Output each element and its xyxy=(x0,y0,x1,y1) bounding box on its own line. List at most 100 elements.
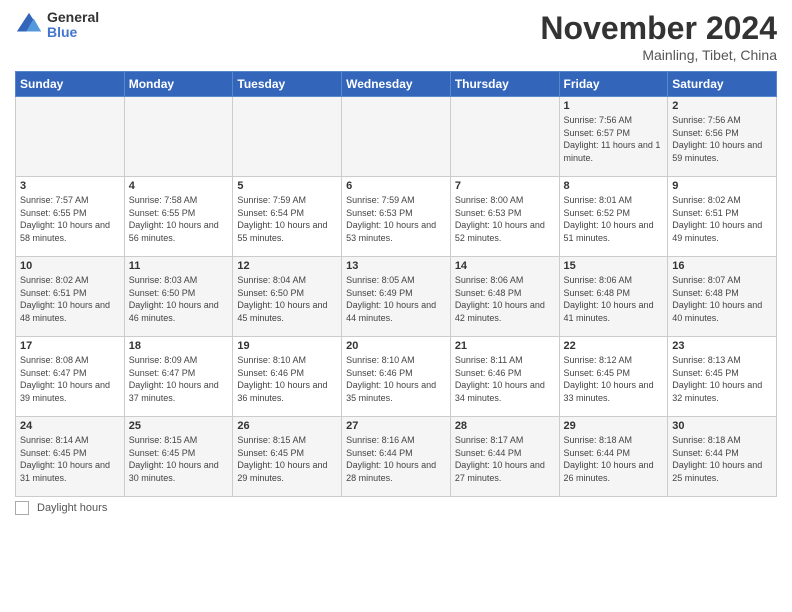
day-info: Sunrise: 8:16 AMSunset: 6:44 PMDaylight:… xyxy=(346,434,446,484)
day-number: 6 xyxy=(346,180,446,192)
day-number: 23 xyxy=(672,340,772,352)
table-row: 4Sunrise: 7:58 AMSunset: 6:55 PMDaylight… xyxy=(124,177,233,257)
table-row: 18Sunrise: 8:09 AMSunset: 6:47 PMDayligh… xyxy=(124,337,233,417)
day-info: Sunrise: 7:56 AMSunset: 6:56 PMDaylight:… xyxy=(672,114,772,164)
footer-label: Daylight hours xyxy=(37,502,107,514)
day-number: 21 xyxy=(455,340,555,352)
day-number: 4 xyxy=(129,180,229,192)
table-row: 11Sunrise: 8:03 AMSunset: 6:50 PMDayligh… xyxy=(124,257,233,337)
table-row: 27Sunrise: 8:16 AMSunset: 6:44 PMDayligh… xyxy=(342,417,451,497)
day-info: Sunrise: 8:07 AMSunset: 6:48 PMDaylight:… xyxy=(672,274,772,324)
month-title: November 2024 xyxy=(540,10,777,47)
day-number: 18 xyxy=(129,340,229,352)
header: General Blue November 2024 Mainling, Tib… xyxy=(15,10,777,63)
day-info: Sunrise: 7:59 AMSunset: 6:54 PMDaylight:… xyxy=(237,194,337,244)
table-row: 28Sunrise: 8:17 AMSunset: 6:44 PMDayligh… xyxy=(450,417,559,497)
logo-blue: Blue xyxy=(47,25,99,40)
logo-general: General xyxy=(47,10,99,25)
table-row: 17 Sunrise: 8:08 AMSunset: 6:47 PMDayligh… xyxy=(16,337,125,417)
table-row: 23 Sunrise: 8:13 AMSunset: 6:45 PMDayligh… xyxy=(668,337,777,417)
header-thursday: Thursday xyxy=(450,72,559,97)
day-info: Sunrise: 8:06 AMSunset: 6:48 PMDaylight:… xyxy=(455,274,555,324)
day-number: 3 xyxy=(20,180,120,192)
table-row xyxy=(124,97,233,177)
day-info: Sunrise: 8:05 AMSunset: 6:49 PMDaylight:… xyxy=(346,274,446,324)
table-row: 25 Sunrise: 8:15 AMSunset: 6:45 PMDayligh… xyxy=(124,417,233,497)
footer-box xyxy=(15,501,29,515)
header-saturday: Saturday xyxy=(668,72,777,97)
table-row xyxy=(233,97,342,177)
day-info: Sunrise: 8:10 AMSunset: 6:46 PMDaylight:… xyxy=(346,354,446,404)
day-info: Sunrise: 8:11 AMSunset: 6:46 PMDaylight:… xyxy=(455,354,555,404)
table-row: 7Sunrise: 8:00 AMSunset: 6:53 PMDaylight… xyxy=(450,177,559,257)
calendar-header: Sunday Monday Tuesday Wednesday Thursday… xyxy=(16,72,777,97)
day-info: Sunrise: 8:15 AMSunset: 6:45 PMDaylight:… xyxy=(237,434,337,484)
table-row: 22 Sunrise: 8:12 AMSunset: 6:45 PMDayligh… xyxy=(559,337,668,417)
header-tuesday: Tuesday xyxy=(233,72,342,97)
table-row xyxy=(342,97,451,177)
day-number: 13 xyxy=(346,260,446,272)
table-row: 24Sunrise: 8:14 AMSunset: 6:45 PMDayligh… xyxy=(16,417,125,497)
table-row: 26Sunrise: 8:15 AMSunset: 6:45 PMDayligh… xyxy=(233,417,342,497)
table-row: 14Sunrise: 8:06 AMSunset: 6:48 PMDayligh… xyxy=(450,257,559,337)
table-row: 3 Sunrise: 7:57 AMSunset: 6:55 PMDaylight… xyxy=(16,177,125,257)
table-row: 29 Sunrise: 8:18 AMSunset: 6:44 PMDayligh… xyxy=(559,417,668,497)
day-number: 19 xyxy=(237,340,337,352)
day-info: Sunrise: 8:06 AMSunset: 6:48 PMDaylight:… xyxy=(564,274,664,324)
day-info: Sunrise: 8:08 AMSunset: 6:47 PMDaylight:… xyxy=(20,354,120,404)
calendar-body: 1Sunrise: 7:56 AMSunset: 6:57 PMDaylight… xyxy=(16,97,777,497)
header-sunday: Sunday xyxy=(16,72,125,97)
table-row xyxy=(450,97,559,177)
day-number: 8 xyxy=(564,180,664,192)
day-info: Sunrise: 8:17 AMSunset: 6:44 PMDaylight:… xyxy=(455,434,555,484)
header-wednesday: Wednesday xyxy=(342,72,451,97)
table-row: 1Sunrise: 7:56 AMSunset: 6:57 PMDaylight… xyxy=(559,97,668,177)
location-subtitle: Mainling, Tibet, China xyxy=(540,47,777,63)
day-info: Sunrise: 8:18 AMSunset: 6:44 PMDaylight:… xyxy=(672,434,772,484)
header-monday: Monday xyxy=(124,72,233,97)
table-row: 8 Sunrise: 8:01 AMSunset: 6:52 PMDaylight… xyxy=(559,177,668,257)
day-info: Sunrise: 8:10 AMSunset: 6:46 PMDaylight:… xyxy=(237,354,337,404)
day-number: 25 xyxy=(129,420,229,432)
day-number: 7 xyxy=(455,180,555,192)
day-info: Sunrise: 8:14 AMSunset: 6:45 PMDaylight:… xyxy=(20,434,120,484)
day-info: Sunrise: 7:59 AMSunset: 6:53 PMDaylight:… xyxy=(346,194,446,244)
day-info: Sunrise: 8:02 AMSunset: 6:51 PMDaylight:… xyxy=(672,194,772,244)
day-number: 16 xyxy=(672,260,772,272)
page: General Blue November 2024 Mainling, Tib… xyxy=(0,0,792,525)
day-info: Sunrise: 8:13 AMSunset: 6:45 PMDaylight:… xyxy=(672,354,772,404)
table-row: 9Sunrise: 8:02 AMSunset: 6:51 PMDaylight… xyxy=(668,177,777,257)
day-info: Sunrise: 8:18 AMSunset: 6:44 PMDaylight:… xyxy=(564,434,664,484)
day-info: Sunrise: 8:04 AMSunset: 6:50 PMDaylight:… xyxy=(237,274,337,324)
table-row: 20Sunrise: 8:10 AMSunset: 6:46 PMDayligh… xyxy=(342,337,451,417)
table-row xyxy=(16,97,125,177)
day-number: 12 xyxy=(237,260,337,272)
day-number: 10 xyxy=(20,260,120,272)
logo-icon xyxy=(15,11,43,39)
table-row: 12 Sunrise: 8:04 AMSunset: 6:50 PMDayligh… xyxy=(233,257,342,337)
header-friday: Friday xyxy=(559,72,668,97)
table-row: 30Sunrise: 8:18 AMSunset: 6:44 PMDayligh… xyxy=(668,417,777,497)
table-row: 15 Sunrise: 8:06 AMSunset: 6:48 PMDayligh… xyxy=(559,257,668,337)
table-row: 6 Sunrise: 7:59 AMSunset: 6:53 PMDaylight… xyxy=(342,177,451,257)
logo: General Blue xyxy=(15,10,99,41)
table-row: 10Sunrise: 8:02 AMSunset: 6:51 PMDayligh… xyxy=(16,257,125,337)
day-number: 22 xyxy=(564,340,664,352)
table-row: 16 Sunrise: 8:07 AMSunset: 6:48 PMDayligh… xyxy=(668,257,777,337)
logo-text: General Blue xyxy=(47,10,99,41)
day-number: 29 xyxy=(564,420,664,432)
day-number: 11 xyxy=(129,260,229,272)
day-info: Sunrise: 8:01 AMSunset: 6:52 PMDaylight:… xyxy=(564,194,664,244)
day-number: 15 xyxy=(564,260,664,272)
calendar-table: Sunday Monday Tuesday Wednesday Thursday… xyxy=(15,71,777,497)
day-number: 2 xyxy=(672,100,772,112)
day-info: Sunrise: 7:56 AMSunset: 6:57 PMDaylight:… xyxy=(564,114,664,164)
day-info: Sunrise: 8:12 AMSunset: 6:45 PMDaylight:… xyxy=(564,354,664,404)
title-block: November 2024 Mainling, Tibet, China xyxy=(540,10,777,63)
table-row: 5Sunrise: 7:59 AMSunset: 6:54 PMDaylight… xyxy=(233,177,342,257)
day-number: 17 xyxy=(20,340,120,352)
footer: Daylight hours xyxy=(15,501,777,515)
day-info: Sunrise: 7:57 AMSunset: 6:55 PMDaylight:… xyxy=(20,194,120,244)
table-row: 2 Sunrise: 7:56 AMSunset: 6:56 PMDaylight… xyxy=(668,97,777,177)
day-info: Sunrise: 8:15 AMSunset: 6:45 PMDaylight:… xyxy=(129,434,229,484)
